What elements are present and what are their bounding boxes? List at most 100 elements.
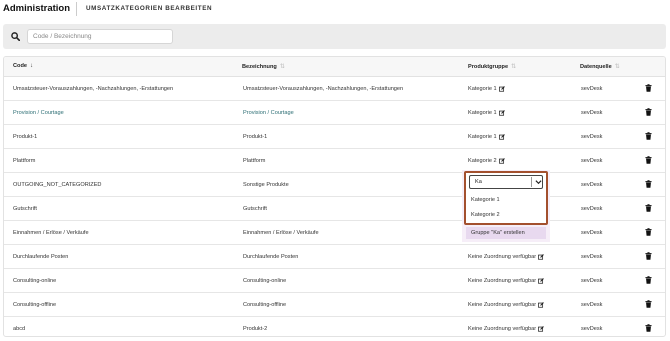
cell-code: Consulting-online [13,278,57,284]
sort-icon: ⇅ [614,64,620,70]
column-header-datenquelle[interactable]: Datenquelle ⇅ [580,63,620,71]
edit-icon[interactable] [538,326,544,332]
dropdown-option-kategorie-2[interactable]: Kategorie 2 [466,208,546,223]
table-row[interactable]: OUTGOING_NOT_CATEGORIZED Sonstige Produkt… [4,173,665,197]
cell-bezeichnung: Provision / Courtage [243,110,294,116]
cell-produktgruppe: Kategorie 1 [468,134,505,140]
cell-bezeichnung: Gutschrift [243,206,267,212]
table-row[interactable]: Produkt-1 Produkt-1 Kategorie 1 sevDesk [4,125,665,149]
cell-produktgruppe: Kategorie 2 [468,158,505,164]
edit-icon[interactable] [538,302,544,308]
cell-code: Plattform [13,158,36,164]
produktgruppe-label: Kategorie 1 [468,110,497,116]
table-row[interactable]: Provision / Courtage Provision / Courtage… [4,101,665,125]
cell-code: Provision / Courtage [13,110,64,116]
cell-bezeichnung: Einnahmen / Erlöse / Verkäufe [243,230,319,236]
column-header-produktgruppe[interactable]: Produktgruppe ⇅ [468,63,517,71]
cell-produktgruppe: Keine Zuordnung verfügbar [468,302,544,308]
produktgruppe-label: Kategorie 1 [468,86,497,92]
produktgruppe-label: Keine Zuordnung verfügbar [468,326,537,332]
cell-datenquelle: sevDesk [581,326,603,332]
table-header: Code ↓ Bezeichnung ⇅ Produktgruppe ⇅ Dat… [4,57,665,77]
column-header-code[interactable]: Code ↓ [13,63,33,69]
search-input[interactable] [27,29,173,44]
cell-bezeichnung: Sonstige Produkte [243,182,289,188]
select-input-value[interactable]: Ka [475,179,482,185]
cell-code: Einnahmen / Erlöse / Verkäufe [13,230,89,236]
cell-datenquelle: sevDesk [581,230,603,236]
cell-datenquelle: sevDesk [581,86,603,92]
cell-bezeichnung: Plattform [243,158,266,164]
page-title: UMSATZKATEGORIEN BEARBEITEN [86,5,213,12]
table-row[interactable]: Durchlaufende Posten Durchlaufende Posten… [4,245,665,269]
trash-icon[interactable] [645,228,652,236]
trash-icon[interactable] [645,252,652,260]
table-row[interactable]: Consulting-online Consulting-online Keine … [4,269,665,293]
column-header-bezeichnung[interactable]: Bezeichnung ⇅ [242,63,285,71]
produktgruppe-label: Kategorie 1 [468,134,497,140]
trash-icon[interactable] [645,276,652,284]
table-row[interactable]: Plattform Plattform Kategorie 2 sevDesk [4,149,665,173]
select-divider [531,177,532,187]
cell-code: Durchlaufende Posten [13,254,69,260]
sort-desc-icon: ↓ [29,63,33,69]
cell-code: abcd [13,326,26,332]
cell-produktgruppe: Kategorie 1 [468,110,505,116]
cell-bezeichnung: Produkt-2 [243,326,268,332]
page-header: Administration UMSATZKATEGORIEN BEARBEIT… [0,0,670,20]
cell-datenquelle: sevDesk [581,134,603,140]
sort-icon: ⇅ [279,64,285,70]
edit-icon[interactable] [498,110,505,116]
table-row[interactable]: abcd Produkt-2 Keine Zuordnung verfügbar se… [4,317,665,336]
edit-icon[interactable] [498,158,505,164]
table-row[interactable]: Einnahmen / Erlöse / Verkäufe Einnahmen /… [4,221,665,245]
produktgruppe-label: Keine Zuordnung verfügbar [468,254,537,260]
dropdown-option-kategorie-1[interactable]: Kategorie 1 [466,193,546,208]
chevron-down-icon[interactable] [535,179,542,185]
cell-code: OUTGOING_NOT_CATEGORIZED [13,182,102,188]
cell-code: Umsatzsteuer-Vorauszahlungen, -Nachzahlu… [13,86,174,92]
search-bar [3,24,666,49]
cell-bezeichnung: Durchlaufende Posten [243,254,299,260]
trash-icon[interactable] [645,84,652,92]
app-title: Administration [3,3,71,14]
trash-icon[interactable] [645,324,652,332]
column-label-produktgruppe: Produktgruppe [468,63,509,70]
table-row[interactable]: Gutschrift Gutschrift sevDesk [4,197,665,221]
header-divider [76,2,77,16]
cell-datenquelle: sevDesk [581,302,603,308]
trash-icon[interactable] [645,132,652,140]
produktgruppe-select[interactable]: Ka [469,175,543,189]
cell-bezeichnung: Consulting-online [243,278,287,284]
produktgruppe-dropdown: Ka Kategorie 1 Kategorie 2 [464,171,548,225]
edit-icon[interactable] [538,278,544,284]
edit-icon[interactable] [538,254,544,260]
cell-code: Gutschrift [13,206,37,212]
column-label-bezeichnung: Bezeichnung [242,63,277,70]
produktgruppe-label: Keine Zuordnung verfügbar [468,302,537,308]
cell-datenquelle: sevDesk [581,110,603,116]
trash-icon[interactable] [645,204,652,212]
cell-datenquelle: sevDesk [581,254,603,260]
column-label-datenquelle: Datenquelle [580,63,612,70]
create-group-option[interactable]: Gruppe "Ka" erstellen [466,227,546,239]
cell-produktgruppe: Keine Zuordnung verfügbar [468,326,544,332]
cell-datenquelle: sevDesk [581,206,603,212]
cell-bezeichnung: Produkt-1 [243,134,268,140]
search-icon [11,32,20,41]
categories-table: Code ↓ Bezeichnung ⇅ Produktgruppe ⇅ Dat… [3,56,666,337]
cell-produktgruppe: Kategorie 1 [468,86,505,92]
table-row[interactable]: Consulting-offline Consulting-offline Kein… [4,293,665,317]
cell-code: Produkt-1 [13,134,38,140]
sort-icon: ⇅ [511,64,517,70]
produktgruppe-label: Kategorie 2 [468,158,497,164]
table-row[interactable]: Umsatzsteuer-Vorauszahlungen, -Nachzahlu… [4,77,665,101]
dropdown-options: Kategorie 1 Kategorie 2 [466,193,546,223]
trash-icon[interactable] [645,180,652,188]
trash-icon[interactable] [645,156,652,164]
cell-produktgruppe: Keine Zuordnung verfügbar [468,254,544,260]
trash-icon[interactable] [645,300,652,308]
trash-icon[interactable] [645,108,652,116]
edit-icon[interactable] [498,86,505,92]
edit-icon[interactable] [498,134,505,140]
